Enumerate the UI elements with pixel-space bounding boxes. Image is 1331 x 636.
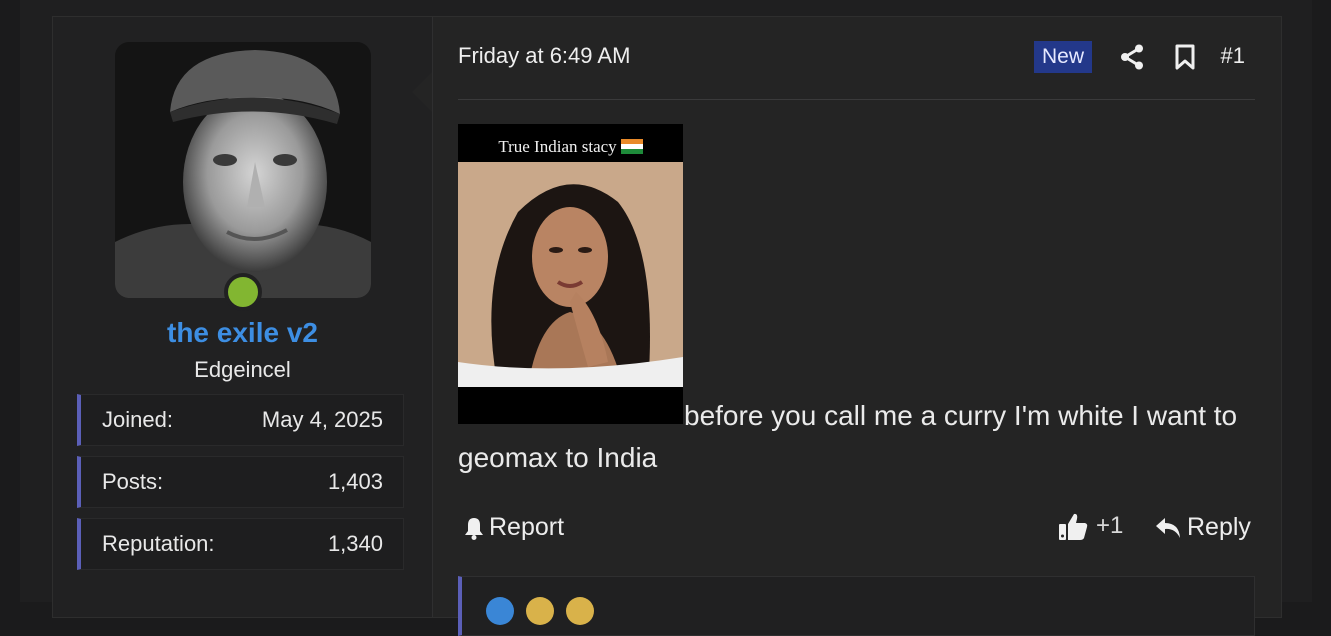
- reactions-bar[interactable]: [458, 576, 1255, 636]
- image-caption: True Indian stacy: [458, 137, 683, 157]
- reply-button[interactable]: Reply: [1155, 513, 1251, 542]
- avatar[interactable]: [115, 42, 371, 298]
- share-icon[interactable]: [1120, 44, 1144, 70]
- stat-value: 1,340: [327, 531, 383, 556]
- post-header: Friday at 6:49 AM New #1: [458, 39, 1255, 100]
- bookmark-icon[interactable]: [1174, 44, 1196, 70]
- stat-posts: Posts: 1,403: [77, 456, 404, 508]
- stat-label: Reputation:: [102, 531, 215, 556]
- image-photo: [458, 162, 683, 387]
- post-date-link[interactable]: Friday at 6:49 AM: [458, 43, 630, 69]
- user-sidebar: the exile v2 Edgeincel Joined: May 4, 20…: [53, 17, 433, 617]
- stat-reputation: Reputation: 1,340: [77, 518, 404, 570]
- post-text: before you call me a curry I'm white I w…: [458, 400, 1238, 473]
- reply-icon: [1156, 517, 1180, 538]
- bell-icon: [465, 517, 483, 540]
- thumbs-up-icon: [1059, 513, 1088, 540]
- forum-post: the exile v2 Edgeincel Joined: May 4, 20…: [52, 16, 1282, 636]
- post-image[interactable]: True Indian stacy: [458, 124, 683, 424]
- stat-label: Posts:: [102, 469, 164, 494]
- stat-value[interactable]: 1,403: [328, 469, 383, 495]
- report-button[interactable]: Report: [463, 513, 564, 542]
- stat-value: May 4, 2025: [261, 407, 383, 432]
- report-label: Report: [489, 513, 565, 541]
- stat-label: Joined:: [102, 407, 173, 432]
- username-link[interactable]: the exile v2: [53, 317, 432, 349]
- stat-joined: Joined: May 4, 2025: [77, 394, 404, 446]
- user-title: Edgeincel: [194, 357, 291, 382]
- online-status-indicator: [224, 273, 262, 311]
- like-button[interactable]: +1: [1058, 511, 1123, 541]
- reaction-icon: [526, 597, 554, 625]
- india-flag-icon: [620, 139, 643, 154]
- post-arrow: [412, 72, 432, 112]
- post-number-link[interactable]: #1: [1221, 43, 1245, 69]
- reply-label: Reply: [1187, 513, 1251, 541]
- reaction-icon: [566, 597, 594, 625]
- new-badge: New: [1034, 41, 1093, 73]
- reaction-icon: [486, 597, 514, 625]
- like-count: +1: [1096, 512, 1124, 539]
- post-main: Friday at 6:49 AM New #1 True Indian sta…: [433, 17, 1281, 636]
